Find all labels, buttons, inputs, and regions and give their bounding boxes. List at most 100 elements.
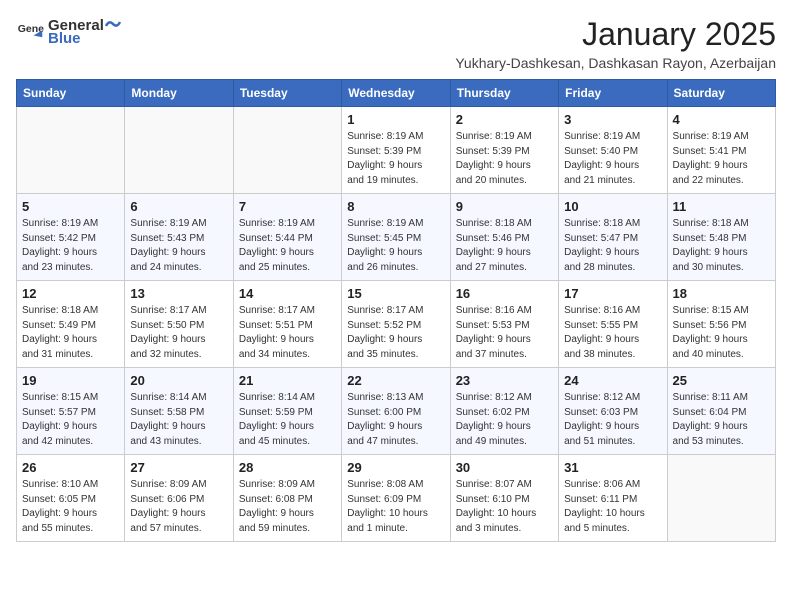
- day-number: 13: [130, 286, 227, 301]
- calendar-cell: 22 Sunrise: 8:13 AM Sunset: 6:00 PM Dayli…: [342, 368, 450, 455]
- day-info: Sunrise: 8:16 AM Sunset: 5:55 PM Dayligh…: [564, 304, 661, 362]
- calendar-cell: 29 Sunrise: 8:08 AM Sunset: 6:09 PM Dayli…: [342, 455, 450, 542]
- day-info: Sunrise: 8:18 AM Sunset: 5:48 PM Dayligh…: [673, 217, 770, 275]
- weekday-header-thursday: Thursday: [450, 80, 558, 107]
- day-info: Sunrise: 8:14 AM Sunset: 5:59 PM Dayligh…: [239, 391, 336, 449]
- day-info: Sunrise: 8:19 AM Sunset: 5:39 PM Dayligh…: [456, 130, 553, 188]
- calendar-week-row: 12 Sunrise: 8:18 AM Sunset: 5:49 PM Dayli…: [17, 281, 776, 368]
- calendar-cell: 26 Sunrise: 8:10 AM Sunset: 6:05 PM Dayli…: [17, 455, 125, 542]
- day-number: 27: [130, 460, 227, 475]
- calendar-cell: 15Sunrise: 8:17 AM Sunset: 5:52 PM Dayli…: [342, 281, 450, 368]
- logo-wave-icon: [104, 16, 122, 34]
- day-info: Sunrise: 8:17 AM Sunset: 5:52 PM Dayligh…: [347, 304, 444, 362]
- day-number: 9: [456, 199, 553, 214]
- calendar-cell: 11 Sunrise: 8:18 AM Sunset: 5:48 PM Dayli…: [667, 194, 775, 281]
- calendar-cell: 8 Sunrise: 8:19 AM Sunset: 5:45 PM Daylig…: [342, 194, 450, 281]
- weekday-header-friday: Friday: [559, 80, 667, 107]
- day-number: 17: [564, 286, 661, 301]
- day-info: Sunrise: 8:13 AM Sunset: 6:00 PM Dayligh…: [347, 391, 444, 449]
- weekday-header-sunday: Sunday: [17, 80, 125, 107]
- day-info: Sunrise: 8:08 AM Sunset: 6:09 PM Dayligh…: [347, 478, 444, 536]
- calendar-cell: 30 Sunrise: 8:07 AM Sunset: 6:10 PM Dayli…: [450, 455, 558, 542]
- calendar-cell: 6 Sunrise: 8:19 AM Sunset: 5:43 PM Daylig…: [125, 194, 233, 281]
- calendar-cell: 4 Sunrise: 8:19 AM Sunset: 5:41 PM Daylig…: [667, 107, 775, 194]
- day-info: Sunrise: 8:15 AM Sunset: 5:56 PM Dayligh…: [673, 304, 770, 362]
- day-number: 23: [456, 373, 553, 388]
- day-info: Sunrise: 8:19 AM Sunset: 5:45 PM Dayligh…: [347, 217, 444, 275]
- calendar-cell: 27 Sunrise: 8:09 AM Sunset: 6:06 PM Dayli…: [125, 455, 233, 542]
- day-number: 8: [347, 199, 444, 214]
- main-title: January 2025: [455, 16, 776, 53]
- calendar-cell: 9 Sunrise: 8:18 AM Sunset: 5:46 PM Daylig…: [450, 194, 558, 281]
- day-info: Sunrise: 8:19 AM Sunset: 5:41 PM Dayligh…: [673, 130, 770, 188]
- day-info: Sunrise: 8:17 AM Sunset: 5:51 PM Dayligh…: [239, 304, 336, 362]
- day-info: Sunrise: 8:06 AM Sunset: 6:11 PM Dayligh…: [564, 478, 661, 536]
- day-number: 19: [22, 373, 119, 388]
- day-number: 2: [456, 112, 553, 127]
- calendar-cell: [233, 107, 341, 194]
- day-info: Sunrise: 8:09 AM Sunset: 6:06 PM Dayligh…: [130, 478, 227, 536]
- day-info: Sunrise: 8:18 AM Sunset: 5:47 PM Dayligh…: [564, 217, 661, 275]
- calendar-cell: 13 Sunrise: 8:17 AM Sunset: 5:50 PM Dayli…: [125, 281, 233, 368]
- day-number: 21: [239, 373, 336, 388]
- calendar-cell: 16Sunrise: 8:16 AM Sunset: 5:53 PM Dayli…: [450, 281, 558, 368]
- day-info: Sunrise: 8:19 AM Sunset: 5:40 PM Dayligh…: [564, 130, 661, 188]
- weekday-header-wednesday: Wednesday: [342, 80, 450, 107]
- day-info: Sunrise: 8:19 AM Sunset: 5:39 PM Dayligh…: [347, 130, 444, 188]
- day-info: Sunrise: 8:10 AM Sunset: 6:05 PM Dayligh…: [22, 478, 119, 536]
- weekday-header-saturday: Saturday: [667, 80, 775, 107]
- day-number: 6: [130, 199, 227, 214]
- day-info: Sunrise: 8:18 AM Sunset: 5:46 PM Dayligh…: [456, 217, 553, 275]
- day-number: 3: [564, 112, 661, 127]
- weekday-header-tuesday: Tuesday: [233, 80, 341, 107]
- day-number: 4: [673, 112, 770, 127]
- title-block: January 2025 Yukhary-Dashkesan, Dashkasa…: [455, 16, 776, 71]
- day-info: Sunrise: 8:19 AM Sunset: 5:43 PM Dayligh…: [130, 217, 227, 275]
- day-number: 22: [347, 373, 444, 388]
- day-info: Sunrise: 8:14 AM Sunset: 5:58 PM Dayligh…: [130, 391, 227, 449]
- calendar-cell: 3 Sunrise: 8:19 AM Sunset: 5:40 PM Daylig…: [559, 107, 667, 194]
- day-number: 25: [673, 373, 770, 388]
- calendar-cell: 17 Sunrise: 8:16 AM Sunset: 5:55 PM Dayli…: [559, 281, 667, 368]
- calendar-week-row: 5 Sunrise: 8:19 AM Sunset: 5:42 PM Daylig…: [17, 194, 776, 281]
- calendar-cell: 21 Sunrise: 8:14 AM Sunset: 5:59 PM Dayli…: [233, 368, 341, 455]
- calendar-cell: 5 Sunrise: 8:19 AM Sunset: 5:42 PM Daylig…: [17, 194, 125, 281]
- calendar-cell: [125, 107, 233, 194]
- calendar-cell: [667, 455, 775, 542]
- day-number: 7: [239, 199, 336, 214]
- day-number: 29: [347, 460, 444, 475]
- day-info: Sunrise: 8:12 AM Sunset: 6:03 PM Dayligh…: [564, 391, 661, 449]
- day-number: 24: [564, 373, 661, 388]
- day-number: 31: [564, 460, 661, 475]
- day-info: Sunrise: 8:19 AM Sunset: 5:42 PM Dayligh…: [22, 217, 119, 275]
- day-number: 10: [564, 199, 661, 214]
- calendar-cell: 25 Sunrise: 8:11 AM Sunset: 6:04 PM Dayli…: [667, 368, 775, 455]
- calendar-cell: 19 Sunrise: 8:15 AM Sunset: 5:57 PM Dayli…: [17, 368, 125, 455]
- day-number: 11: [673, 199, 770, 214]
- calendar-cell: 23 Sunrise: 8:12 AM Sunset: 6:02 PM Dayli…: [450, 368, 558, 455]
- day-number: 30: [456, 460, 553, 475]
- subtitle: Yukhary-Dashkesan, Dashkasan Rayon, Azer…: [455, 55, 776, 71]
- calendar-week-row: 26 Sunrise: 8:10 AM Sunset: 6:05 PM Dayli…: [17, 455, 776, 542]
- day-info: Sunrise: 8:12 AM Sunset: 6:02 PM Dayligh…: [456, 391, 553, 449]
- day-number: 12: [22, 286, 119, 301]
- calendar-cell: 31 Sunrise: 8:06 AM Sunset: 6:11 PM Dayli…: [559, 455, 667, 542]
- day-number: 20: [130, 373, 227, 388]
- day-number: 16: [456, 286, 553, 301]
- logo-icon: General: [16, 18, 44, 46]
- calendar-cell: 28Sunrise: 8:09 AM Sunset: 6:08 PM Dayli…: [233, 455, 341, 542]
- day-number: 5: [22, 199, 119, 214]
- day-info: Sunrise: 8:11 AM Sunset: 6:04 PM Dayligh…: [673, 391, 770, 449]
- day-info: Sunrise: 8:18 AM Sunset: 5:49 PM Dayligh…: [22, 304, 119, 362]
- day-info: Sunrise: 8:07 AM Sunset: 6:10 PM Dayligh…: [456, 478, 553, 536]
- calendar-week-row: 1Sunrise: 8:19 AM Sunset: 5:39 PM Daylig…: [17, 107, 776, 194]
- calendar-cell: 24 Sunrise: 8:12 AM Sunset: 6:03 PM Dayli…: [559, 368, 667, 455]
- calendar-body: 1Sunrise: 8:19 AM Sunset: 5:39 PM Daylig…: [17, 107, 776, 542]
- calendar-cell: 7Sunrise: 8:19 AM Sunset: 5:44 PM Daylig…: [233, 194, 341, 281]
- calendar-cell: 20 Sunrise: 8:14 AM Sunset: 5:58 PM Dayli…: [125, 368, 233, 455]
- calendar-cell: [17, 107, 125, 194]
- calendar-cell: 2 Sunrise: 8:19 AM Sunset: 5:39 PM Daylig…: [450, 107, 558, 194]
- day-number: 26: [22, 460, 119, 475]
- day-info: Sunrise: 8:15 AM Sunset: 5:57 PM Dayligh…: [22, 391, 119, 449]
- day-info: Sunrise: 8:17 AM Sunset: 5:50 PM Dayligh…: [130, 304, 227, 362]
